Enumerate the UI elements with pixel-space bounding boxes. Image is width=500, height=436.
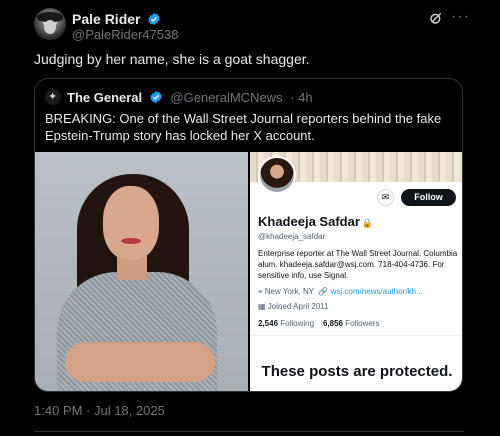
link-icon: 🔗 — [318, 287, 329, 296]
followers-count: 6,856 — [322, 319, 343, 328]
profile-link: wsj.com/news/author/kh... — [330, 287, 423, 296]
quoted-author-row: The General @GeneralMCNews · 4h — [67, 90, 313, 105]
verified-badge-icon — [148, 12, 161, 26]
profile-meta: ⌖ New York, NY 🔗 wsj.com/news/author/kh.… — [258, 287, 423, 297]
mail-icon: ✉ — [377, 189, 394, 206]
author-name[interactable]: Pale Rider — [72, 11, 140, 27]
following-label: Following — [280, 319, 315, 328]
post-timestamp[interactable]: 1:40 PM · Jul 18, 2025 — [34, 403, 165, 418]
quoted-author-handle: @GeneralMCNews — [170, 90, 283, 105]
more-icon[interactable]: ··· — [451, 8, 470, 26]
profile-joined-row: ▦ Joined April 2011 — [258, 302, 329, 311]
following-count: 2,546 — [258, 319, 279, 328]
profile-joined: Joined April 2011 — [267, 302, 329, 311]
follow-button: Follow — [401, 189, 456, 206]
profile-divider — [250, 335, 462, 336]
profile-screenshot[interactable]: ✉ Follow Khadeeja Safdar 🔒 @khadeeja_safd… — [250, 152, 462, 391]
author-handle[interactable]: @PaleRider47538 — [72, 27, 178, 42]
profile-counts: 2,546 Following 6,856 Followers — [258, 319, 379, 328]
profile-bio: Enterprise reporter at The Wall Street J… — [258, 249, 458, 280]
profile-name: Khadeeja Safdar — [258, 214, 360, 229]
quoted-post[interactable]: ✦ The General @GeneralMCNews · 4h BREAKI… — [34, 78, 463, 392]
verified-badge-icon — [150, 90, 162, 104]
quoted-post-time: · 4h — [290, 90, 313, 105]
quoted-author-name: The General — [67, 90, 143, 105]
author-name-row[interactable]: Pale Rider — [72, 11, 161, 27]
divider — [34, 431, 464, 432]
lock-icon: 🔒 — [361, 218, 374, 228]
protected-notice: These posts are protected. — [261, 363, 453, 380]
quoted-post-text: BREAKING: One of the Wall Street Journal… — [45, 111, 442, 143]
profile-avatar — [258, 156, 296, 194]
profile-handle: @khadeeja_safdar — [258, 232, 326, 241]
quoted-author-avatar: ✦ — [45, 89, 61, 105]
grok-icon[interactable] — [428, 10, 444, 26]
followers-label: Followers — [345, 319, 380, 328]
post: Pale Rider @PaleRider47538 ··· Judging b… — [0, 0, 500, 436]
profile-location: New York, NY — [264, 287, 314, 296]
profile-name-row: Khadeeja Safdar 🔒 — [258, 214, 373, 229]
post-text: Judging by her name, she is a goat shagg… — [34, 51, 310, 67]
author-avatar[interactable] — [34, 8, 66, 40]
reporter-photo[interactable] — [35, 152, 248, 391]
calendar-icon: ▦ — [258, 302, 266, 311]
location-icon: ⌖ — [258, 287, 263, 296]
